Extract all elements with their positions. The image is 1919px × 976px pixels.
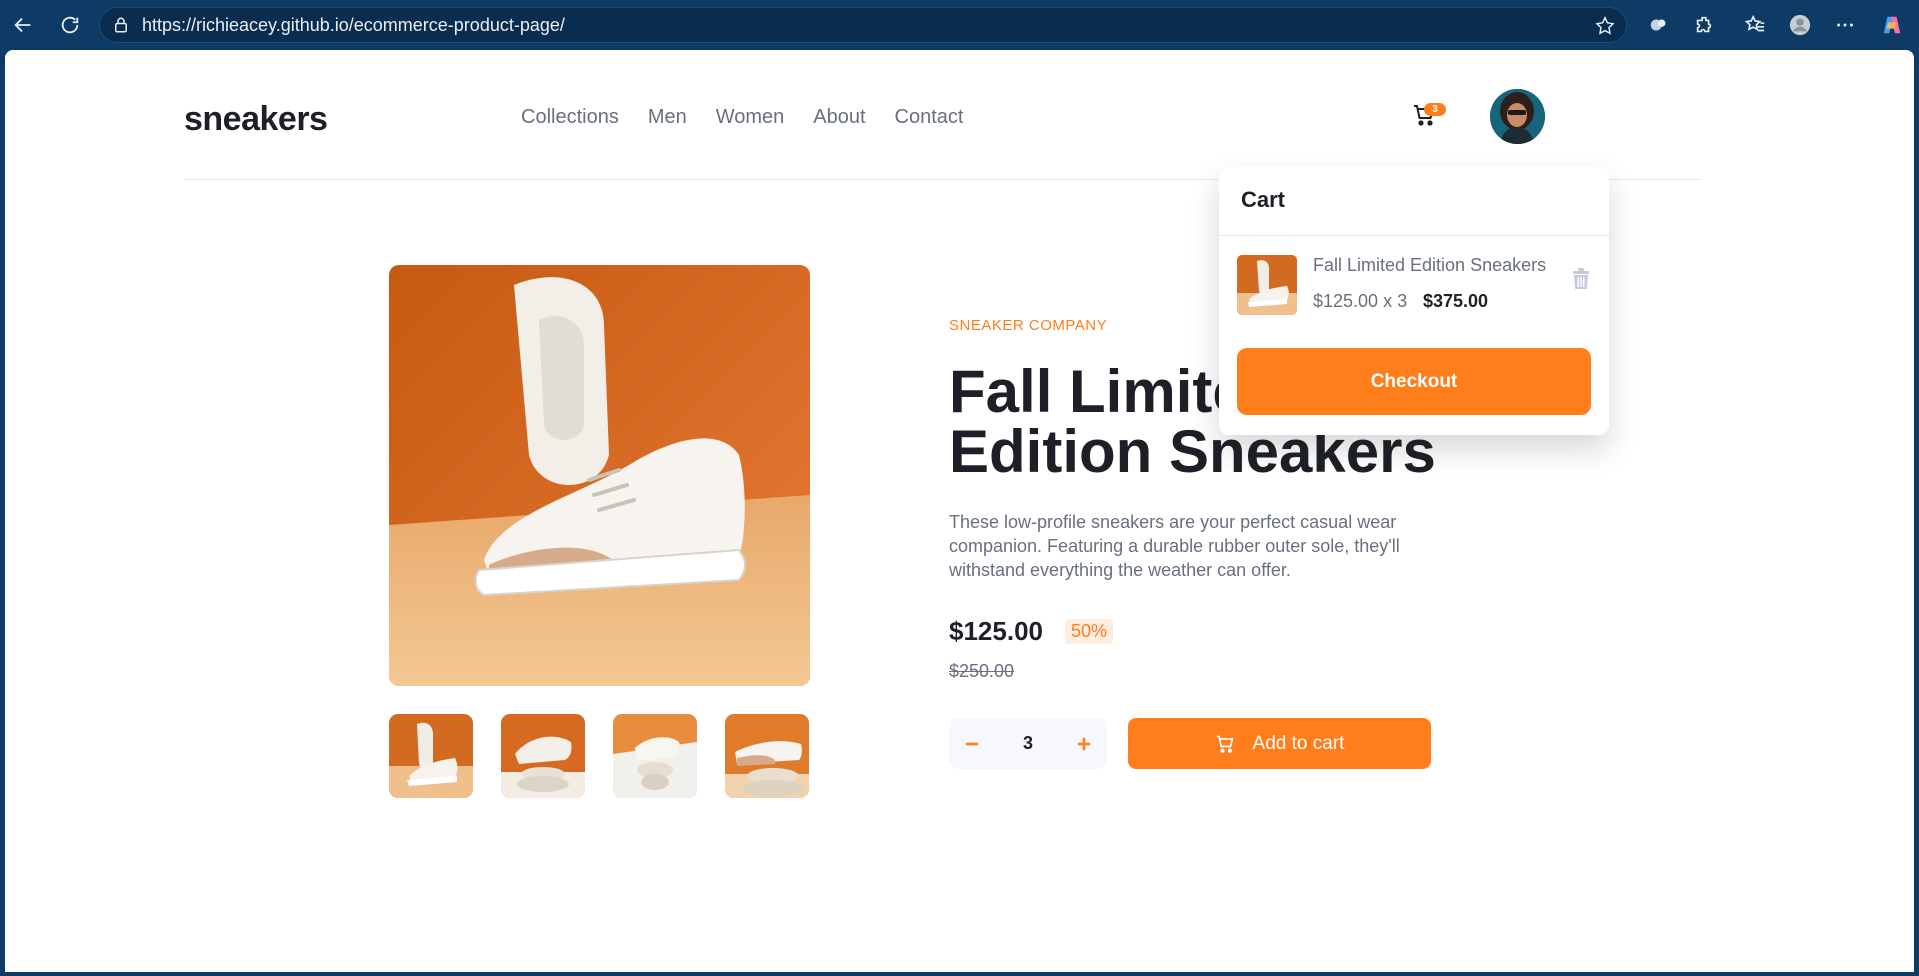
more-icon[interactable] bbox=[1830, 10, 1860, 40]
thumbnail-3[interactable] bbox=[613, 714, 697, 798]
back-icon[interactable] bbox=[8, 10, 38, 40]
product-main-image[interactable] bbox=[389, 265, 810, 686]
product-description: These low-profile sneakers are your perf… bbox=[949, 512, 1400, 580]
nav-women[interactable]: Women bbox=[716, 106, 785, 129]
favorites-icon[interactable] bbox=[1740, 10, 1770, 40]
thumbnail-2[interactable] bbox=[501, 714, 585, 798]
star-icon[interactable] bbox=[1594, 15, 1616, 37]
thumbnail-strip bbox=[389, 714, 809, 798]
cart-title: Cart bbox=[1241, 187, 1286, 212]
cart-item-calculation: $125.00 x 3 bbox=[1313, 291, 1408, 311]
avatar[interactable] bbox=[1490, 89, 1545, 144]
cart-icon bbox=[1216, 735, 1234, 753]
quantity-value: 3 bbox=[1022, 733, 1033, 753]
nav-contact[interactable]: Contact bbox=[895, 106, 964, 129]
cart-item-thumbnail bbox=[1237, 255, 1297, 315]
nav-about[interactable]: About bbox=[813, 106, 865, 129]
cart-count-badge: 3 bbox=[1424, 103, 1446, 116]
nav-collections[interactable]: Collections bbox=[521, 106, 619, 129]
original-price: $250.00 bbox=[949, 661, 1015, 681]
extensions-icon[interactable] bbox=[1644, 10, 1674, 40]
discount-badge: 50% bbox=[1065, 619, 1114, 644]
cart-item-name: Fall Limited Edition Sneakers bbox=[1313, 255, 1547, 275]
current-price: $125.00 bbox=[949, 616, 1043, 646]
lock-icon[interactable] bbox=[112, 16, 130, 34]
main-nav: Collections Men Women About Contact bbox=[521, 106, 963, 129]
plus-icon[interactable] bbox=[1071, 731, 1097, 757]
nav-men[interactable]: Men bbox=[648, 106, 687, 129]
copilot-icon[interactable] bbox=[1877, 10, 1907, 40]
add-to-cart-button[interactable]: Add to cart bbox=[1128, 718, 1431, 769]
cart-item-total: $375.00 bbox=[1423, 291, 1489, 311]
cart-dropdown: Cart Fall Limited Edition Sneakers $125.… bbox=[1219, 167, 1609, 435]
url-text[interactable]: https://richieacey.github.io/ecommerce-p… bbox=[142, 15, 565, 36]
brand-label: SNEAKER COMPANY bbox=[949, 317, 1108, 334]
add-to-cart-label: Add to cart bbox=[1252, 732, 1345, 754]
profile-icon[interactable] bbox=[1785, 10, 1815, 40]
puzzle-icon[interactable] bbox=[1689, 10, 1719, 40]
minus-icon[interactable] bbox=[959, 731, 985, 757]
site-logo[interactable]: sneakers bbox=[184, 100, 328, 139]
checkout-button[interactable]: Checkout bbox=[1237, 348, 1591, 415]
quantity-stepper: 3 bbox=[949, 718, 1107, 769]
refresh-icon[interactable] bbox=[55, 10, 85, 40]
browser-toolbar: https://richieacey.github.io/ecommerce-p… bbox=[0, 0, 1919, 50]
thumbnail-4[interactable] bbox=[725, 714, 809, 798]
address-bar[interactable]: https://richieacey.github.io/ecommerce-p… bbox=[99, 7, 1627, 43]
page-viewport: sneakers Collections Men Women About Con… bbox=[5, 50, 1914, 972]
cart-divider bbox=[1219, 235, 1609, 236]
thumbnail-1[interactable] bbox=[389, 714, 473, 798]
delete-icon[interactable] bbox=[1571, 268, 1591, 290]
